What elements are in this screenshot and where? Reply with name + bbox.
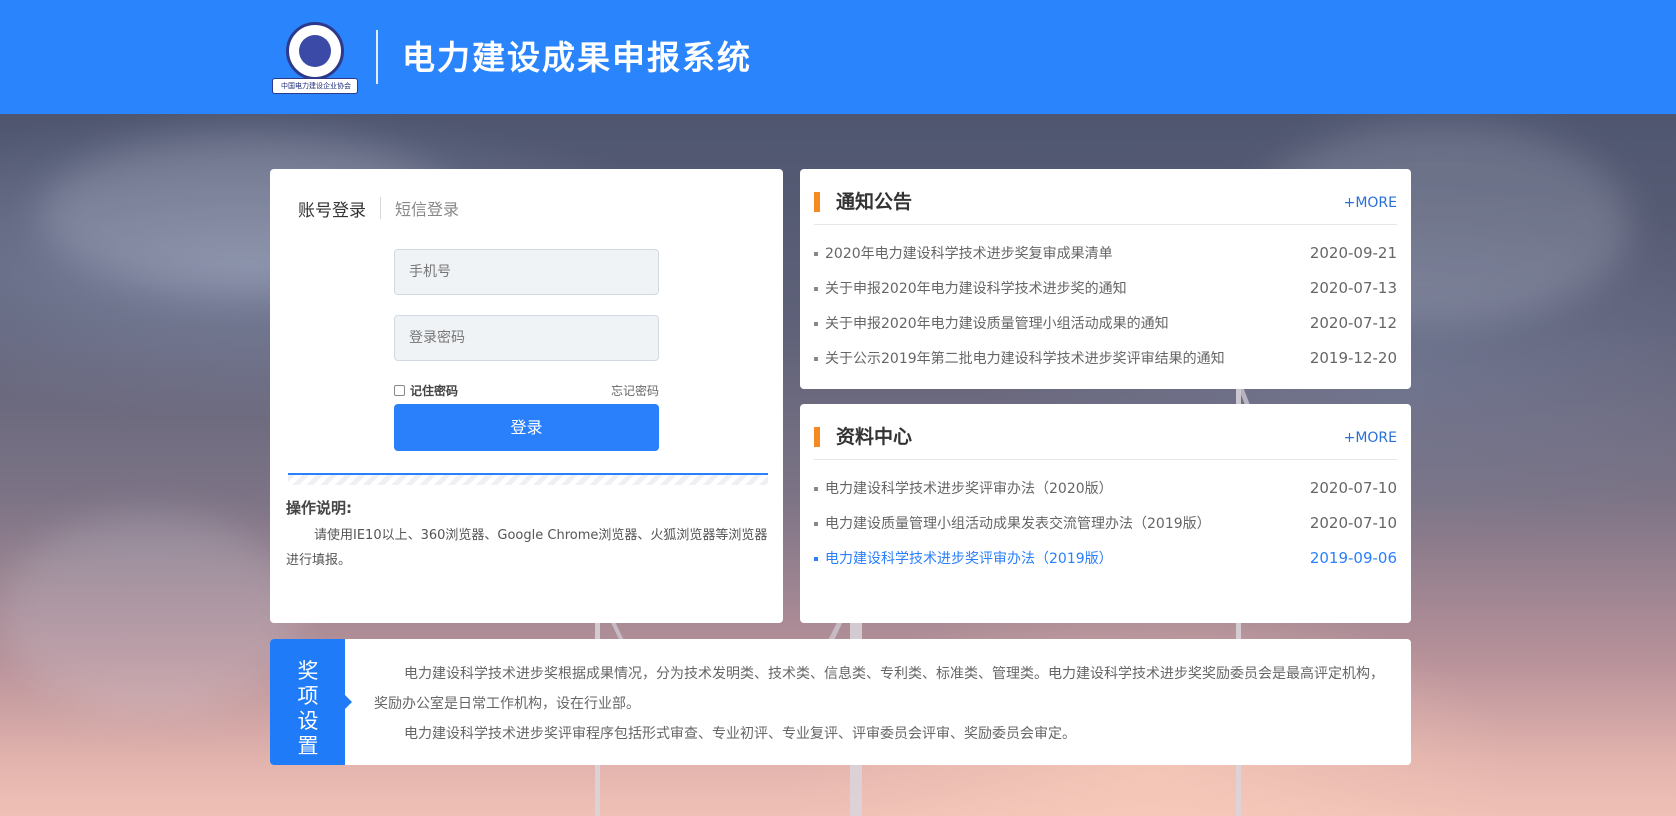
arrow-right-icon — [345, 695, 352, 709]
tab-divider — [380, 197, 381, 219]
award-paragraph: 电力建设科学技术进步奖根据成果情况，分为技术发明类、技术类、信息类、专利类、标准… — [374, 666, 1384, 712]
notices-more-link[interactable]: +MORE — [1344, 195, 1397, 211]
remember-password[interactable]: 记住密码 — [394, 382, 458, 399]
list-item[interactable]: 电力建设科学技术进步奖评审办法（2020版） 2020-07-10 — [814, 470, 1397, 505]
resource-title[interactable]: 电力建设科学技术进步奖评审办法（2020版） — [825, 481, 1113, 497]
resources-title: 资料中心 — [836, 426, 913, 448]
tab-sms-login[interactable]: 短信登录 — [395, 196, 459, 220]
bullet-icon — [814, 556, 818, 561]
award-paragraph: 电力建设科学技术进步奖评审程序包括形式审查、专业初评、专业复评、评审委员会评审、… — [404, 726, 1076, 742]
section-divider — [288, 473, 768, 485]
resource-title[interactable]: 电力建设科学技术进步奖评审办法（2019版） — [825, 551, 1113, 567]
logo-mountain-icon — [299, 35, 331, 67]
list-item[interactable]: 关于申报2020年电力建设科学技术进步奖的通知 2020-07-13 — [814, 270, 1397, 305]
list-item[interactable]: 电力建设科学技术进步奖评审办法（2019版） 2019-09-06 — [814, 540, 1397, 575]
page-title: 电力建设成果申报系统 — [402, 38, 752, 77]
title-accent-bar — [814, 192, 820, 212]
remember-label: 记住密码 — [410, 383, 459, 398]
bullet-icon — [814, 356, 818, 361]
site-header: 中国电力建设企业协会 电力建设成果申报系统 — [0, 0, 1676, 114]
resource-date: 2019-09-06 — [1309, 548, 1397, 567]
resources-more-link[interactable]: +MORE — [1344, 430, 1397, 446]
notices-panel: 通知公告 +MORE 2020年电力建设科学技术进步奖复审成果清单 2020-0… — [800, 169, 1411, 389]
logo-emblem — [286, 22, 344, 80]
logo-band: 中国电力建设企业协会 — [272, 78, 358, 94]
login-button[interactable]: 登录 — [394, 404, 659, 451]
notices-header: 通知公告 +MORE — [814, 187, 1397, 225]
remember-row: 记住密码 忘记密码 — [394, 382, 659, 398]
notice-title[interactable]: 关于申报2020年电力建设质量管理小组活动成果的通知 — [825, 316, 1169, 332]
login-panel: 账号登录 短信登录 记住密码 忘记密码 登录 操作说明: 请使用IE10以上、3… — [270, 169, 783, 623]
resources-list: 电力建设科学技术进步奖评审办法（2020版） 2020-07-10 电力建设质量… — [814, 470, 1397, 575]
resource-date: 2020-07-10 — [1309, 478, 1397, 497]
forgot-password-link[interactable]: 忘记密码 — [611, 382, 659, 399]
tab-account-login[interactable]: 账号登录 — [298, 196, 366, 221]
bullet-icon — [814, 486, 818, 491]
logo-text: 中国电力建设企业协会 — [281, 82, 351, 90]
notice-title[interactable]: 2020年电力建设科学技术进步奖复审成果清单 — [825, 246, 1113, 262]
list-item[interactable]: 2020年电力建设科学技术进步奖复审成果清单 2020-09-21 — [814, 235, 1397, 270]
bullet-icon — [814, 286, 818, 291]
instructions-text: 请使用IE10以上、360浏览器、Google Chrome浏览器、火狐浏览器等… — [286, 528, 768, 568]
password-input[interactable] — [394, 315, 659, 361]
association-logo[interactable]: 中国电力建设企业协会 — [272, 22, 358, 94]
header-divider — [376, 30, 378, 84]
notice-title[interactable]: 关于公示2019年第二批电力建设科学技术进步奖评审结果的通知 — [825, 351, 1225, 367]
bullet-icon — [814, 321, 818, 326]
list-item[interactable]: 关于申报2020年电力建设质量管理小组活动成果的通知 2020-07-12 — [814, 305, 1397, 340]
award-side-label: 奖项设置 — [270, 639, 345, 765]
award-side-text: 奖项设置 — [297, 659, 319, 758]
resources-header: 资料中心 +MORE — [814, 422, 1397, 460]
list-item[interactable]: 关于公示2019年第二批电力建设科学技术进步奖评审结果的通知 2019-12-2… — [814, 340, 1397, 375]
notices-title: 通知公告 — [836, 191, 913, 213]
login-tabs: 账号登录 短信登录 — [298, 195, 459, 221]
notice-date: 2020-09-21 — [1309, 243, 1397, 262]
award-settings-panel: 奖项设置 电力建设科学技术进步奖根据成果情况，分为技术发明类、技术类、信息类、专… — [270, 639, 1411, 765]
resource-date: 2020-07-10 — [1309, 513, 1397, 532]
award-description: 电力建设科学技术进步奖根据成果情况，分为技术发明类、技术类、信息类、专利类、标准… — [374, 659, 1395, 749]
resources-panel: 资料中心 +MORE 电力建设科学技术进步奖评审办法（2020版） 2020-0… — [800, 404, 1411, 623]
bullet-icon — [814, 251, 818, 256]
notice-date: 2019-12-20 — [1309, 348, 1397, 367]
phone-input[interactable] — [394, 249, 659, 295]
notices-list: 2020年电力建设科学技术进步奖复审成果清单 2020-09-21 关于申报20… — [814, 235, 1397, 375]
notice-date: 2020-07-12 — [1309, 313, 1397, 332]
remember-checkbox[interactable] — [394, 384, 405, 396]
notice-date: 2020-07-13 — [1309, 278, 1397, 297]
list-item[interactable]: 电力建设质量管理小组活动成果发表交流管理办法（2019版） 2020-07-10 — [814, 505, 1397, 540]
notice-title[interactable]: 关于申报2020年电力建设科学技术进步奖的通知 — [825, 281, 1127, 297]
title-accent-bar — [814, 427, 820, 447]
resource-title[interactable]: 电力建设质量管理小组活动成果发表交流管理办法（2019版） — [825, 516, 1211, 532]
instructions-title: 操作说明: — [286, 499, 352, 517]
bullet-icon — [814, 521, 818, 526]
